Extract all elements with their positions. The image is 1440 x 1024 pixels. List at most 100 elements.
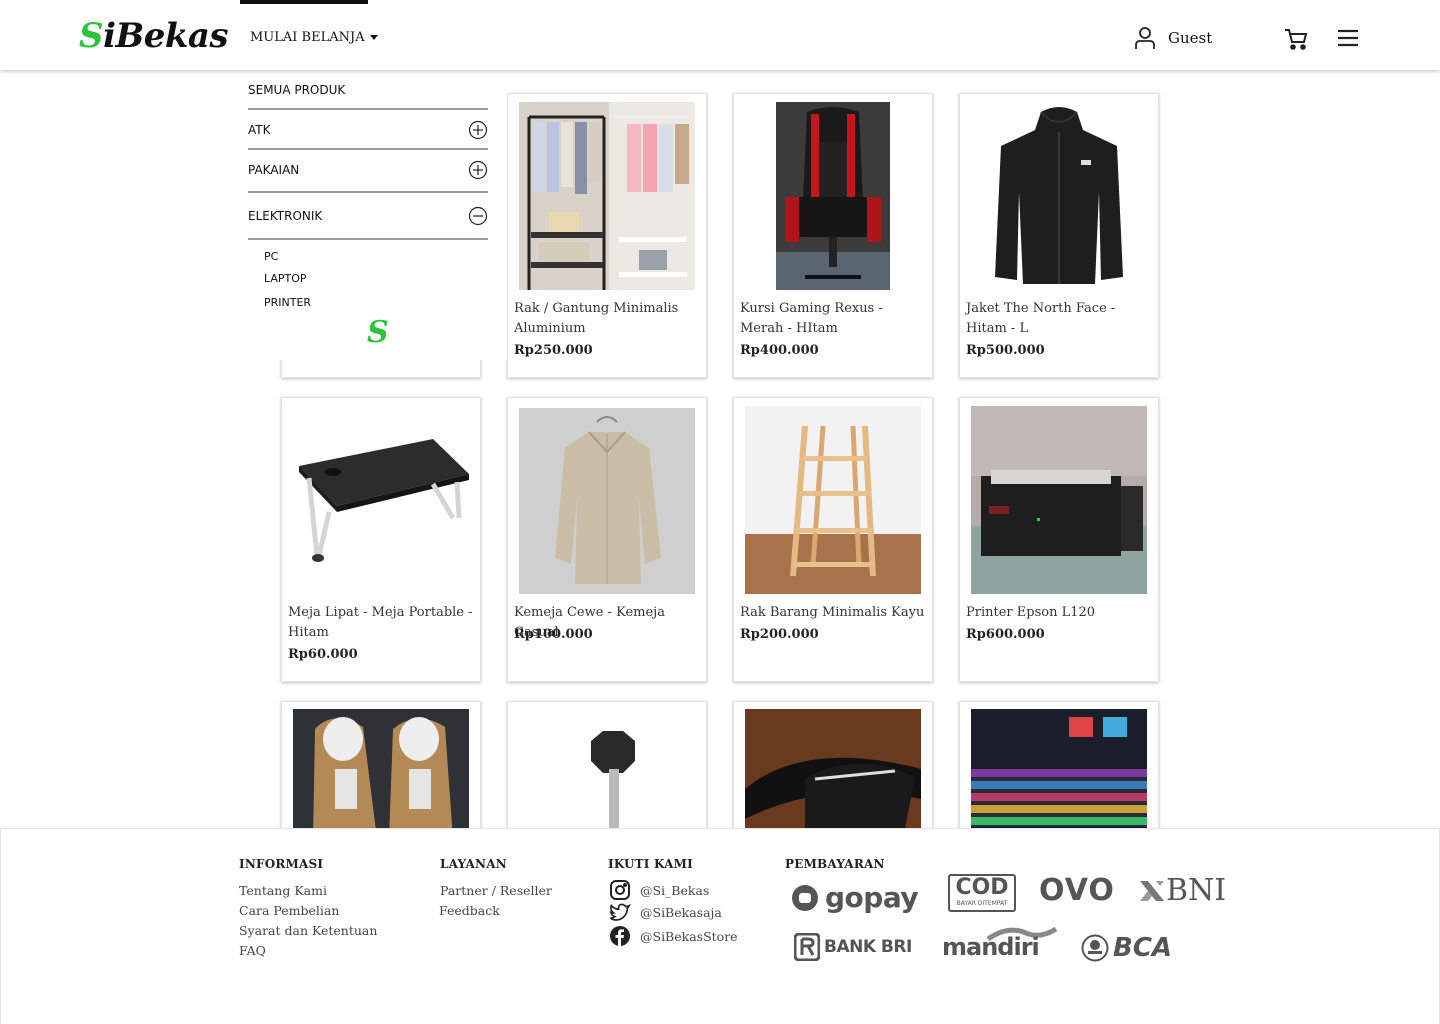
product-card[interactable]: Printer Epson L120 Rp600.000 [959, 397, 1159, 682]
plus-circle-icon[interactable] [468, 160, 488, 180]
divider [248, 108, 488, 110]
cod-text: COD [955, 875, 1009, 900]
instagram-handle: @Si_Bekas [640, 882, 710, 898]
product-price: Rp100.000 [514, 627, 593, 642]
bri-text: BANK BRI [824, 937, 912, 957]
product-image-printer [971, 406, 1147, 594]
product-image-dumbbell [519, 709, 695, 839]
logo-text: iBekas [103, 16, 229, 56]
product-card[interactable]: Jaket The North Face - Hitam - L Rp500.0… [959, 93, 1159, 378]
divider [248, 238, 488, 240]
category-atk[interactable]: ATK [248, 120, 488, 140]
social-twitter[interactable]: @SiBekasaja [609, 902, 722, 922]
user-account-button[interactable]: Guest [1134, 24, 1212, 52]
bni-text: BNI [1166, 873, 1227, 908]
subcategory-laptop[interactable]: LAPTOP [264, 272, 307, 285]
divider [248, 148, 488, 150]
subcategory-printer[interactable]: PRINTER [264, 296, 311, 309]
product-image-sneakers [293, 709, 469, 839]
footer-link-feedback[interactable]: Feedback [439, 903, 500, 918]
caret-down-icon [369, 35, 378, 40]
facebook-icon [610, 926, 630, 946]
cod-subtext: BAYAR DITEMPAT [950, 900, 1014, 907]
product-title[interactable]: Kursi Gaming Rexus - Merah - HItam [740, 299, 926, 339]
site-logo[interactable]: SiBekas [79, 14, 229, 58]
twitter-handle: @SiBekasaja [640, 904, 722, 920]
all-products-item[interactable]: SEMUA PRODUK [248, 83, 488, 97]
active-tab-indicator [240, 0, 368, 4]
ovo-logo: OVO [1039, 873, 1115, 908]
shop-menu-tab[interactable]: MULAI BELANJA [240, 0, 378, 70]
bri-icon [794, 933, 820, 961]
twitter-icon [609, 903, 631, 921]
mandiri-text: mandiri [942, 933, 1040, 961]
footer-link-faq[interactable]: FAQ [239, 943, 266, 958]
footer-heading-informasi: INFORMASI [239, 857, 324, 871]
product-price: Rp200.000 [740, 627, 819, 642]
bri-logo: BANK BRI [794, 933, 912, 961]
product-card[interactable]: Rak / Gantung Minimalis Aluminium Rp250.… [507, 93, 707, 378]
social-instagram[interactable]: @Si_Bekas [609, 879, 709, 901]
gopay-logo: gopay [791, 881, 919, 914]
instagram-icon [610, 880, 630, 900]
plus-circle-icon[interactable] [468, 120, 488, 140]
minus-circle-icon[interactable] [468, 206, 488, 226]
product-image-jacket [971, 102, 1147, 290]
category-pakaian[interactable]: PAKAIAN [248, 160, 488, 180]
top-header: SiBekas MULAI BELANJA Guest [0, 0, 1440, 70]
divider [248, 191, 488, 193]
site-footer: INFORMASI Tentang Kami Cara Pembelian Sy… [0, 828, 1440, 1024]
product-card[interactable]: Kursi Gaming Rexus - Merah - HItam Rp400… [733, 93, 933, 378]
category-label: PAKAIAN [248, 163, 300, 177]
product-title[interactable]: Rak Barang Minimalis Kayu [740, 603, 926, 623]
product-price: Rp60.000 [288, 647, 358, 662]
footer-heading-ikuti-kami: IKUTI KAMI [608, 857, 693, 871]
bca-text: BCA [1113, 933, 1173, 963]
category-label: ELEKTRONIK [248, 209, 323, 223]
hamburger-menu-icon[interactable] [1336, 28, 1360, 48]
subcategory-pc[interactable]: PC [264, 250, 278, 263]
dropdown-logo-mark: S [367, 315, 389, 350]
facebook-handle: @SiBekasStore [640, 928, 738, 944]
product-image-folding-table [293, 406, 469, 594]
product-image-gaming-chair [745, 102, 921, 290]
footer-link-syarat[interactable]: Syarat dan Ketentuan [239, 923, 377, 938]
social-facebook[interactable]: @SiBekasStore [609, 925, 738, 947]
bni-logo: BNI [1138, 873, 1226, 908]
product-image-waist-bag [745, 709, 921, 839]
footer-heading-layanan: LAYANAN [440, 857, 507, 871]
footer-heading-pembayaran: PEMBAYARAN [785, 857, 885, 871]
gopay-icon [792, 884, 818, 911]
product-image-keyboard [971, 709, 1147, 839]
category-dropdown: SEMUA PRODUK ATK PAKAIAN ELEKTRONIK PC L… [231, 70, 507, 360]
footer-link-cara-pembelian[interactable]: Cara Pembelian [239, 903, 339, 918]
bca-icon [1081, 934, 1109, 962]
logo-letter: S [79, 16, 104, 56]
bca-logo: BCA [1081, 933, 1172, 963]
product-image-wood-shelf [745, 406, 921, 594]
product-title[interactable]: Rak / Gantung Minimalis Aluminium [514, 299, 700, 339]
user-name: Guest [1168, 29, 1213, 47]
product-card[interactable]: Meja Lipat - Meja Portable - Hitam Rp60.… [281, 397, 481, 682]
cart-icon[interactable] [1283, 26, 1309, 52]
product-price: Rp400.000 [740, 343, 819, 358]
product-title[interactable]: Printer Epson L120 [966, 603, 1152, 623]
product-image-clothes-rack [519, 102, 695, 290]
user-icon [1135, 27, 1155, 49]
product-price: Rp250.000 [514, 343, 593, 358]
cod-logo: COD BAYAR DITEMPAT [948, 874, 1016, 912]
product-price: Rp600.000 [966, 627, 1045, 642]
product-price: Rp500.000 [966, 343, 1045, 358]
bni-icon [1140, 880, 1164, 901]
product-card[interactable]: Rak Barang Minimalis Kayu Rp200.000 [733, 397, 933, 682]
footer-link-tentang-kami[interactable]: Tentang Kami [239, 883, 327, 898]
product-image-shirt [519, 408, 695, 594]
product-title[interactable]: Jaket The North Face - Hitam - L [966, 299, 1152, 339]
product-card[interactable]: Kemeja Cewe - Kemeja Casual Rp100.000 [507, 397, 707, 682]
product-title[interactable]: Meja Lipat - Meja Portable - Hitam [288, 603, 474, 643]
category-label: ATK [248, 123, 271, 137]
footer-link-partner[interactable]: Partner / Reseller [440, 883, 552, 898]
category-elektronik[interactable]: ELEKTRONIK [248, 206, 488, 226]
shop-menu-label: MULAI BELANJA [250, 30, 365, 45]
gopay-text: gopay [825, 881, 919, 914]
